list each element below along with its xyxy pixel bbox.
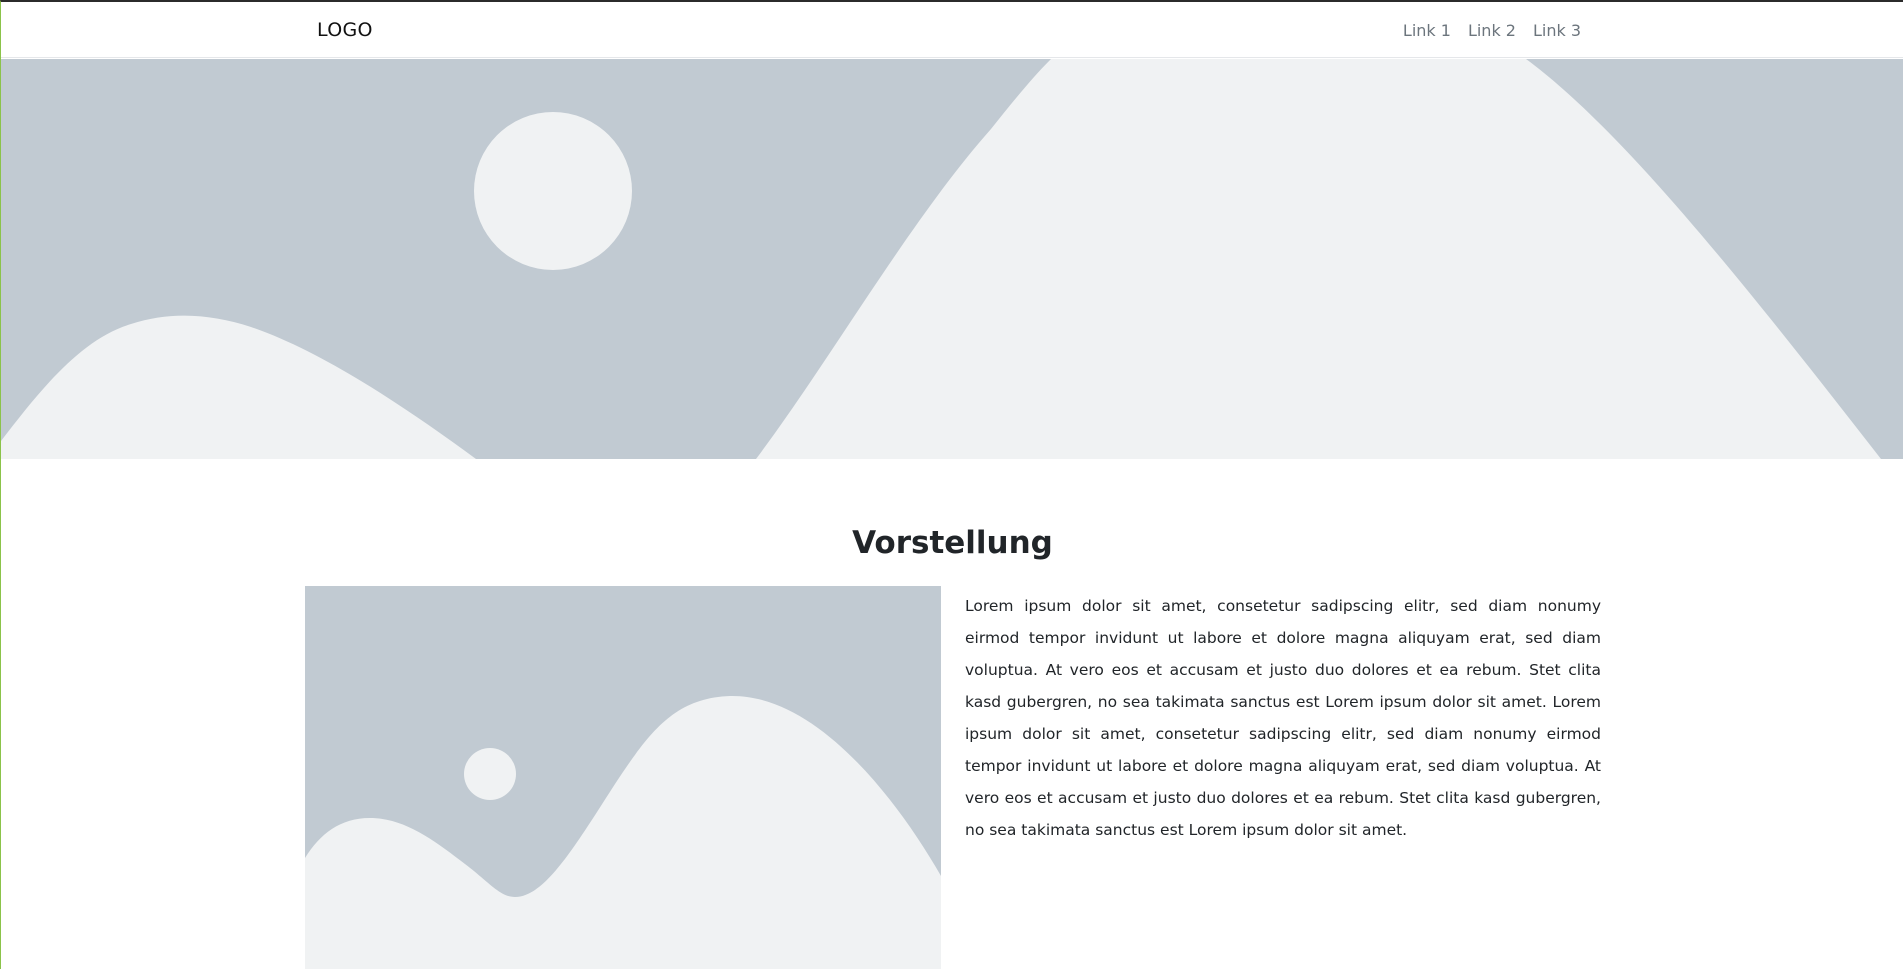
page: LOGO Link 1 Link 2 Link 3 Vorstellung Lo… [0,0,1903,969]
hero-placeholder-image-icon [1,59,1903,459]
intro-image [305,586,941,969]
nav-link-2[interactable]: Link 2 [1468,21,1516,40]
section-title: Vorstellung [852,525,1053,561]
logo-link[interactable]: LOGO [317,19,373,41]
navbar: LOGO Link 1 Link 2 Link 3 [1,2,1903,58]
nav-link-3[interactable]: Link 3 [1533,21,1581,40]
intro-paragraph: Lorem ipsum dolor sit amet, consetetur s… [965,597,1601,839]
nav-link-1[interactable]: Link 1 [1403,21,1451,40]
intro-placeholder-image-icon [305,586,941,969]
hero-image [1,59,1903,459]
nav-links: Link 1 Link 2 Link 3 [1403,21,1581,40]
